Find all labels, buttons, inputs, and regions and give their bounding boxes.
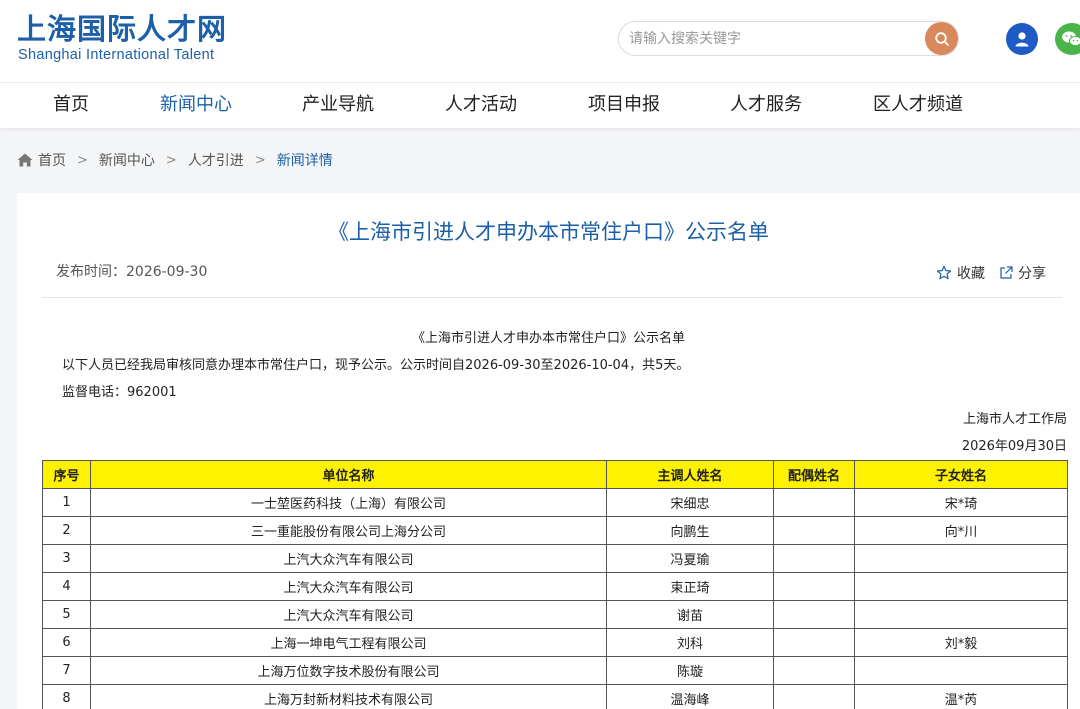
publicity-table: 序号 单位名称 主调人姓名 配偶姓名 子女姓名 1 一士堃医药科技（上海）有限公司… (42, 460, 1068, 709)
favorite-label: 收藏 (957, 266, 985, 282)
table-cell (773, 544, 855, 573)
divider (42, 297, 1062, 298)
publish-time: 发布时间：2026-09-30 (56, 264, 208, 280)
nav-item-events[interactable]: 人才活动 (445, 94, 517, 116)
table-cell: 上海万位数字技术股份有限公司 (90, 656, 607, 685)
table-cell (773, 572, 855, 601)
wechat-button[interactable] (1055, 23, 1080, 55)
breadcrumb-talent[interactable]: 人才引进 (188, 150, 244, 170)
table-cell: 宋*琦 (854, 488, 1068, 517)
chevron-right-icon: > (254, 152, 266, 168)
table-row: 8 上海万封新材料技术有限公司 温海峰 温*芮 (42, 684, 1068, 709)
table-cell: 5 (42, 600, 91, 629)
table-header-cell: 序号 (42, 460, 91, 489)
nav-item-industry[interactable]: 产业导航 (302, 94, 374, 116)
nav-item-news[interactable]: 新闻中心 (160, 94, 232, 116)
table-cell (773, 488, 855, 517)
breadcrumb-home[interactable]: 首页 (38, 150, 66, 170)
table-cell: 上汽大众汽车有限公司 (90, 544, 607, 573)
table-cell (773, 628, 855, 657)
user-icon (1015, 32, 1029, 47)
logo-title[interactable]: 上海国际人才网 (17, 12, 227, 46)
table-header-row: 序号 单位名称 主调人姓名 配偶姓名 子女姓名 (42, 460, 1068, 489)
article-card: 《上海市引进人才申办本市常住户口》公示名单 发布时间：2026-09-30 收藏… (17, 193, 1080, 709)
wechat-icon (1062, 31, 1080, 47)
nav-item-services[interactable]: 人才服务 (730, 94, 802, 116)
table-cell: 冯夏瑜 (606, 544, 774, 573)
user-button[interactable] (1006, 23, 1038, 55)
table-cell (773, 684, 855, 709)
table-header-cell: 配偶姓名 (773, 460, 855, 489)
nav-item-projects[interactable]: 项目申报 (588, 94, 660, 116)
table-cell (773, 516, 855, 545)
table-row: 1 一士堃医药科技（上海）有限公司 宋细忠 宋*琦 (42, 488, 1068, 517)
body-intro: 以下人员已经我局审核同意办理本市常住户口，现予公示。公示时间自2026-09-3… (62, 358, 690, 373)
table-cell: 1 (42, 488, 91, 517)
table-cell: 4 (42, 572, 91, 601)
table-cell: 上海万封新材料技术有限公司 (90, 684, 607, 709)
table-cell: 一士堃医药科技（上海）有限公司 (90, 488, 607, 517)
share-label: 分享 (1018, 266, 1046, 282)
nav-item-home[interactable]: 首页 (53, 94, 89, 116)
table-cell (854, 656, 1068, 685)
hotline: 监督电话：962001 (62, 385, 177, 400)
home-icon (17, 153, 33, 167)
page-title: 《上海市引进人才申办本市常住户口》公示名单 (328, 220, 769, 244)
nav-item-district[interactable]: 区人才频道 (873, 94, 963, 116)
table-cell (854, 600, 1068, 629)
article-actions: 收藏 分享 (922, 263, 1046, 283)
table-cell: 陈璇 (606, 656, 774, 685)
table-cell: 6 (42, 628, 91, 657)
table-row: 2 三一重能股份有限公司上海分公司 向鹏生 向*川 (42, 516, 1068, 545)
table-cell: 三一重能股份有限公司上海分公司 (90, 516, 607, 545)
table-header-cell: 单位名称 (90, 460, 607, 489)
table-cell: 8 (42, 684, 91, 709)
chevron-right-icon: > (165, 152, 177, 168)
table-row: 4 上汽大众汽车有限公司 束正琦 (42, 572, 1068, 601)
table-cell: 向鹏生 (606, 516, 774, 545)
body-title: 《上海市引进人才申办本市常住户口》公示名单 (411, 331, 685, 346)
star-icon (936, 265, 952, 280)
issue-date: 2026年09月30日 (961, 439, 1067, 454)
search-box (618, 21, 959, 56)
table-row: 3 上汽大众汽车有限公司 冯夏瑜 (42, 544, 1068, 573)
breadcrumb: 首页 > 新闻中心 > 人才引进 > 新闻详情 (17, 150, 333, 170)
table-cell: 2 (42, 516, 91, 545)
table-cell: 上海一坤电气工程有限公司 (90, 628, 607, 657)
table-cell: 3 (42, 544, 91, 573)
table-header-cell: 子女姓名 (854, 460, 1068, 489)
main-nav: 首页 新闻中心 产业导航 人才活动 项目申报 人才服务 区人才频道 (0, 82, 1080, 128)
table-cell: 7 (42, 656, 91, 685)
table-cell: 上汽大众汽车有限公司 (90, 600, 607, 629)
breadcrumb-current: 新闻详情 (276, 153, 333, 169)
table-cell: 束正琦 (606, 572, 774, 601)
table-cell: 温*芮 (854, 684, 1068, 709)
table-row: 7 上海万位数字技术股份有限公司 陈璇 (42, 656, 1068, 685)
table-cell: 宋细忠 (606, 488, 774, 517)
search-button[interactable] (925, 22, 958, 55)
site-header: 上海国际人才网 Shanghai International Talent (0, 0, 1080, 82)
table-cell: 向*川 (854, 516, 1068, 545)
table-row: 6 上海一坤电气工程有限公司 刘科 刘*毅 (42, 628, 1068, 657)
search-input[interactable] (629, 28, 919, 50)
favorite-button[interactable]: 收藏 (936, 263, 985, 283)
share-button[interactable]: 分享 (999, 263, 1046, 283)
table-cell (854, 572, 1068, 601)
table-cell: 刘科 (606, 628, 774, 657)
table-cell: 刘*毅 (854, 628, 1068, 657)
breadcrumb-news[interactable]: 新闻中心 (99, 150, 155, 170)
table-cell (773, 600, 855, 629)
logo-subtitle[interactable]: Shanghai International Talent (18, 46, 214, 64)
search-icon (934, 31, 949, 46)
chevron-right-icon: > (77, 152, 88, 168)
share-icon (1000, 266, 1013, 279)
issuer: 上海市人才工作局 (962, 412, 1067, 427)
table-cell (854, 544, 1068, 573)
table-cell: 谢苗 (606, 600, 774, 629)
table-cell: 温海峰 (606, 684, 774, 709)
table-header-cell: 主调人姓名 (606, 460, 774, 489)
table-cell: 上汽大众汽车有限公司 (90, 572, 607, 601)
table-row: 5 上汽大众汽车有限公司 谢苗 (42, 600, 1068, 629)
table-cell (773, 656, 855, 685)
